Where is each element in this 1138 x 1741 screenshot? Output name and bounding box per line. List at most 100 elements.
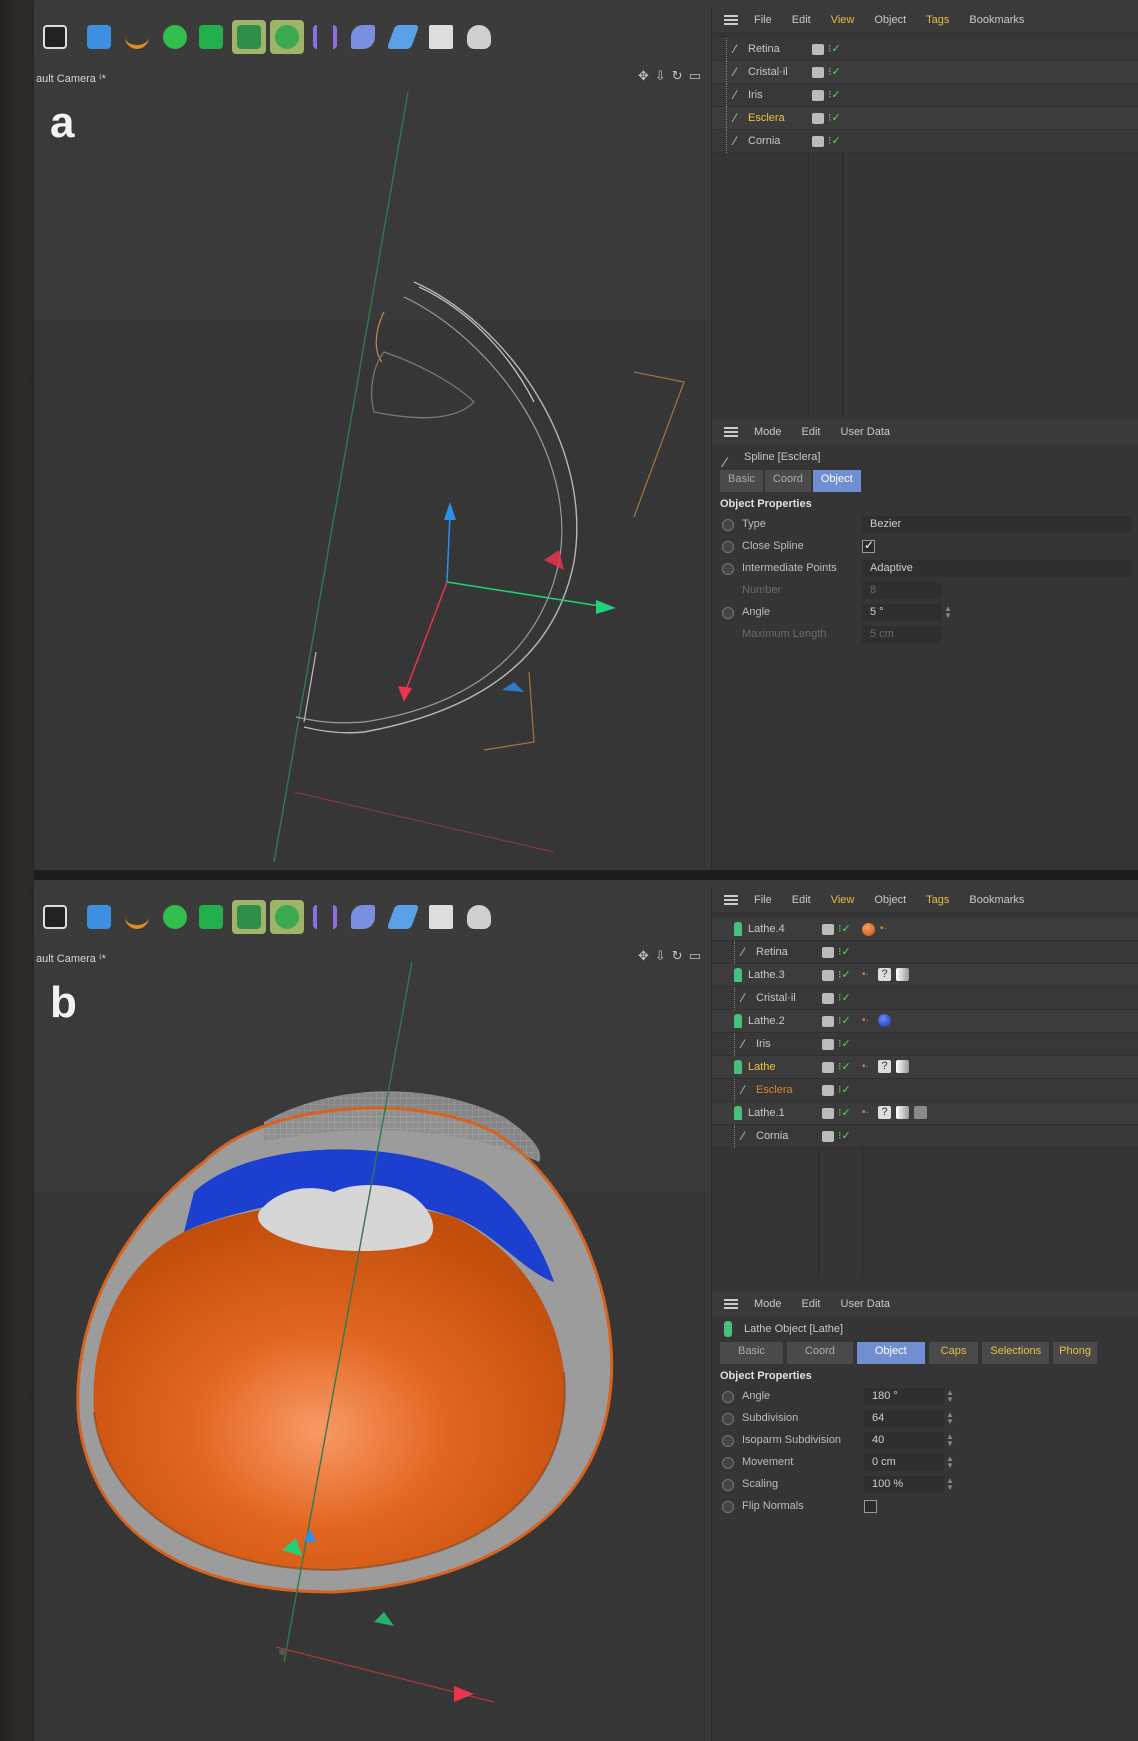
green-sphere-icon[interactable] <box>158 20 192 54</box>
question-tag-icon[interactable]: ? <box>878 968 891 981</box>
rotate-view-icon[interactable]: ↻ <box>672 68 683 84</box>
question-tag-icon[interactable]: ? <box>878 1060 891 1073</box>
flip-normals-checkbox[interactable] <box>864 1500 877 1513</box>
deformer-icon[interactable] <box>308 20 342 54</box>
zoom-view-icon[interactable]: ⇩ <box>655 68 666 84</box>
list-item[interactable]: ⁄ Iris ⁝✓ <box>712 1033 1138 1056</box>
maximize-view-icon[interactable]: ▭ <box>689 948 701 964</box>
tab-basic[interactable]: Basic <box>720 1342 783 1364</box>
animate-dot-icon[interactable] <box>722 519 734 531</box>
pen-icon[interactable] <box>120 900 154 934</box>
orange-sphere-tag-icon[interactable] <box>862 923 875 936</box>
enabled-check-icon[interactable]: ⁝✓ <box>838 1083 851 1096</box>
enabled-check-icon[interactable]: ⁝✓ <box>838 991 851 1004</box>
visibility-toggle[interactable] <box>812 44 824 55</box>
dots-tag-icon[interactable]: •· <box>880 923 893 936</box>
movement-field[interactable]: 0 cm <box>864 1454 944 1471</box>
deformer-icon[interactable] <box>308 900 342 934</box>
move-view-icon[interactable]: ✥ <box>638 68 649 84</box>
list-item[interactable]: Lathe ⁝✓ •· ? <box>712 1056 1138 1079</box>
spinner-icon[interactable]: ▲ ▼ <box>946 1411 954 1426</box>
list-item[interactable]: Lathe.4 ⁝✓ •· <box>712 918 1138 941</box>
enabled-check-icon[interactable]: ⁝✓ <box>828 65 841 78</box>
dots-tag-icon[interactable]: •· <box>862 969 875 982</box>
menu-view[interactable]: View <box>831 894 855 906</box>
menu-bookmarks[interactable]: Bookmarks <box>969 14 1024 26</box>
zoom-view-icon[interactable]: ⇩ <box>655 948 666 964</box>
enabled-check-icon[interactable]: ⁝✓ <box>838 1037 851 1050</box>
enabled-check-icon[interactable]: ⁝✓ <box>828 88 841 101</box>
menu-mode[interactable]: Mode <box>754 1298 782 1310</box>
light-icon[interactable] <box>462 20 496 54</box>
viewport-b[interactable]: ault Camera ⁽* b ✥ ⇩ ↻ ▭ <box>34 942 707 1741</box>
white-material-tag-icon[interactable] <box>896 968 909 981</box>
enabled-check-icon[interactable]: ⁝✓ <box>838 1106 851 1119</box>
spinner-icon[interactable]: ▲ ▼ <box>946 1433 954 1448</box>
light-icon[interactable] <box>462 900 496 934</box>
cube-icon[interactable] <box>82 900 116 934</box>
tab-selections[interactable]: Selections <box>982 1342 1050 1364</box>
enabled-check-icon[interactable]: ⁝✓ <box>838 945 851 958</box>
grey-material-tag-icon[interactable] <box>914 1106 927 1119</box>
animate-dot-icon[interactable] <box>722 1391 734 1403</box>
bend-icon[interactable] <box>346 900 380 934</box>
list-item[interactable]: ⁄ Iris ⁝✓ <box>712 84 1138 107</box>
camera-icon[interactable] <box>424 900 458 934</box>
floor-icon[interactable] <box>386 20 420 54</box>
move-view-icon[interactable]: ✥ <box>638 948 649 964</box>
dots-tag-icon[interactable]: •· <box>862 1015 875 1028</box>
list-item[interactable]: ⁄ Esclera ⁝✓ <box>712 1079 1138 1102</box>
enabled-check-icon[interactable]: ⁝✓ <box>838 1129 851 1142</box>
menu-edit[interactable]: Edit <box>792 14 811 26</box>
list-item[interactable]: Lathe.2 ⁝✓ •· <box>712 1010 1138 1033</box>
floor-icon[interactable] <box>386 900 420 934</box>
spinner-icon[interactable]: ▲ ▼ <box>944 605 952 620</box>
enabled-check-icon[interactable]: ⁝✓ <box>828 134 841 147</box>
tab-object[interactable]: Object <box>812 470 861 492</box>
menu-mode[interactable]: Mode <box>754 426 782 438</box>
list-item[interactable]: ⁄ Cristal·il ⁝✓ <box>712 61 1138 84</box>
menu-hamburger-icon[interactable] <box>724 895 738 905</box>
tab-caps[interactable]: Caps <box>928 1342 979 1364</box>
animate-dot-icon[interactable] <box>722 563 734 575</box>
clapper-icon[interactable] <box>38 900 72 934</box>
animate-dot-icon[interactable] <box>722 1413 734 1425</box>
white-material-tag-icon[interactable] <box>896 1060 909 1073</box>
visibility-toggle[interactable] <box>812 67 824 78</box>
list-item[interactable]: ⁄ Esclera ⁝✓ <box>712 107 1138 130</box>
visibility-toggle[interactable] <box>822 1131 834 1142</box>
list-item[interactable]: ⁄ Cristal·il ⁝✓ <box>712 987 1138 1010</box>
viewport-a[interactable]: ault Camera ⁽* a ✥ ⇩ ↻ ▭ <box>34 62 707 870</box>
menu-bookmarks[interactable]: Bookmarks <box>969 894 1024 906</box>
visibility-toggle[interactable] <box>822 1085 834 1096</box>
menu-edit[interactable]: Edit <box>792 894 811 906</box>
animate-dot-icon[interactable] <box>722 1479 734 1491</box>
list-item[interactable]: Lathe.1 ⁝✓ •· ? <box>712 1102 1138 1125</box>
menu-tags[interactable]: Tags <box>926 894 949 906</box>
tab-basic[interactable]: Basic <box>720 470 763 492</box>
enabled-check-icon[interactable]: ⁝✓ <box>838 1060 851 1073</box>
green-gear-icon[interactable] <box>194 20 228 54</box>
enabled-check-icon[interactable]: ⁝✓ <box>828 111 841 124</box>
visibility-toggle[interactable] <box>822 1062 834 1073</box>
green-clover-icon[interactable] <box>270 20 304 54</box>
tab-object[interactable]: Object <box>856 1342 925 1364</box>
angle-field[interactable]: 180 ° <box>864 1388 944 1405</box>
question-tag-icon[interactable]: ? <box>878 1106 891 1119</box>
tab-coord[interactable]: Coord <box>786 1342 853 1364</box>
visibility-toggle[interactable] <box>822 1039 834 1050</box>
visibility-toggle[interactable] <box>812 113 824 124</box>
enabled-check-icon[interactable]: ⁝✓ <box>838 922 851 935</box>
blue-sphere-tag-icon[interactable] <box>878 1014 891 1027</box>
menu-file[interactable]: File <box>754 894 772 906</box>
menu-user-data[interactable]: User Data <box>841 426 891 438</box>
visibility-toggle[interactable] <box>822 924 834 935</box>
spinner-icon[interactable]: ▲ ▼ <box>946 1389 954 1404</box>
visibility-toggle[interactable] <box>822 970 834 981</box>
enabled-check-icon[interactable]: ⁝✓ <box>838 968 851 981</box>
menu-hamburger-icon[interactable] <box>724 15 738 25</box>
menu-file[interactable]: File <box>754 14 772 26</box>
rotate-view-icon[interactable]: ↻ <box>672 948 683 964</box>
tab-coord[interactable]: Coord <box>764 470 811 492</box>
visibility-toggle[interactable] <box>822 993 834 1004</box>
